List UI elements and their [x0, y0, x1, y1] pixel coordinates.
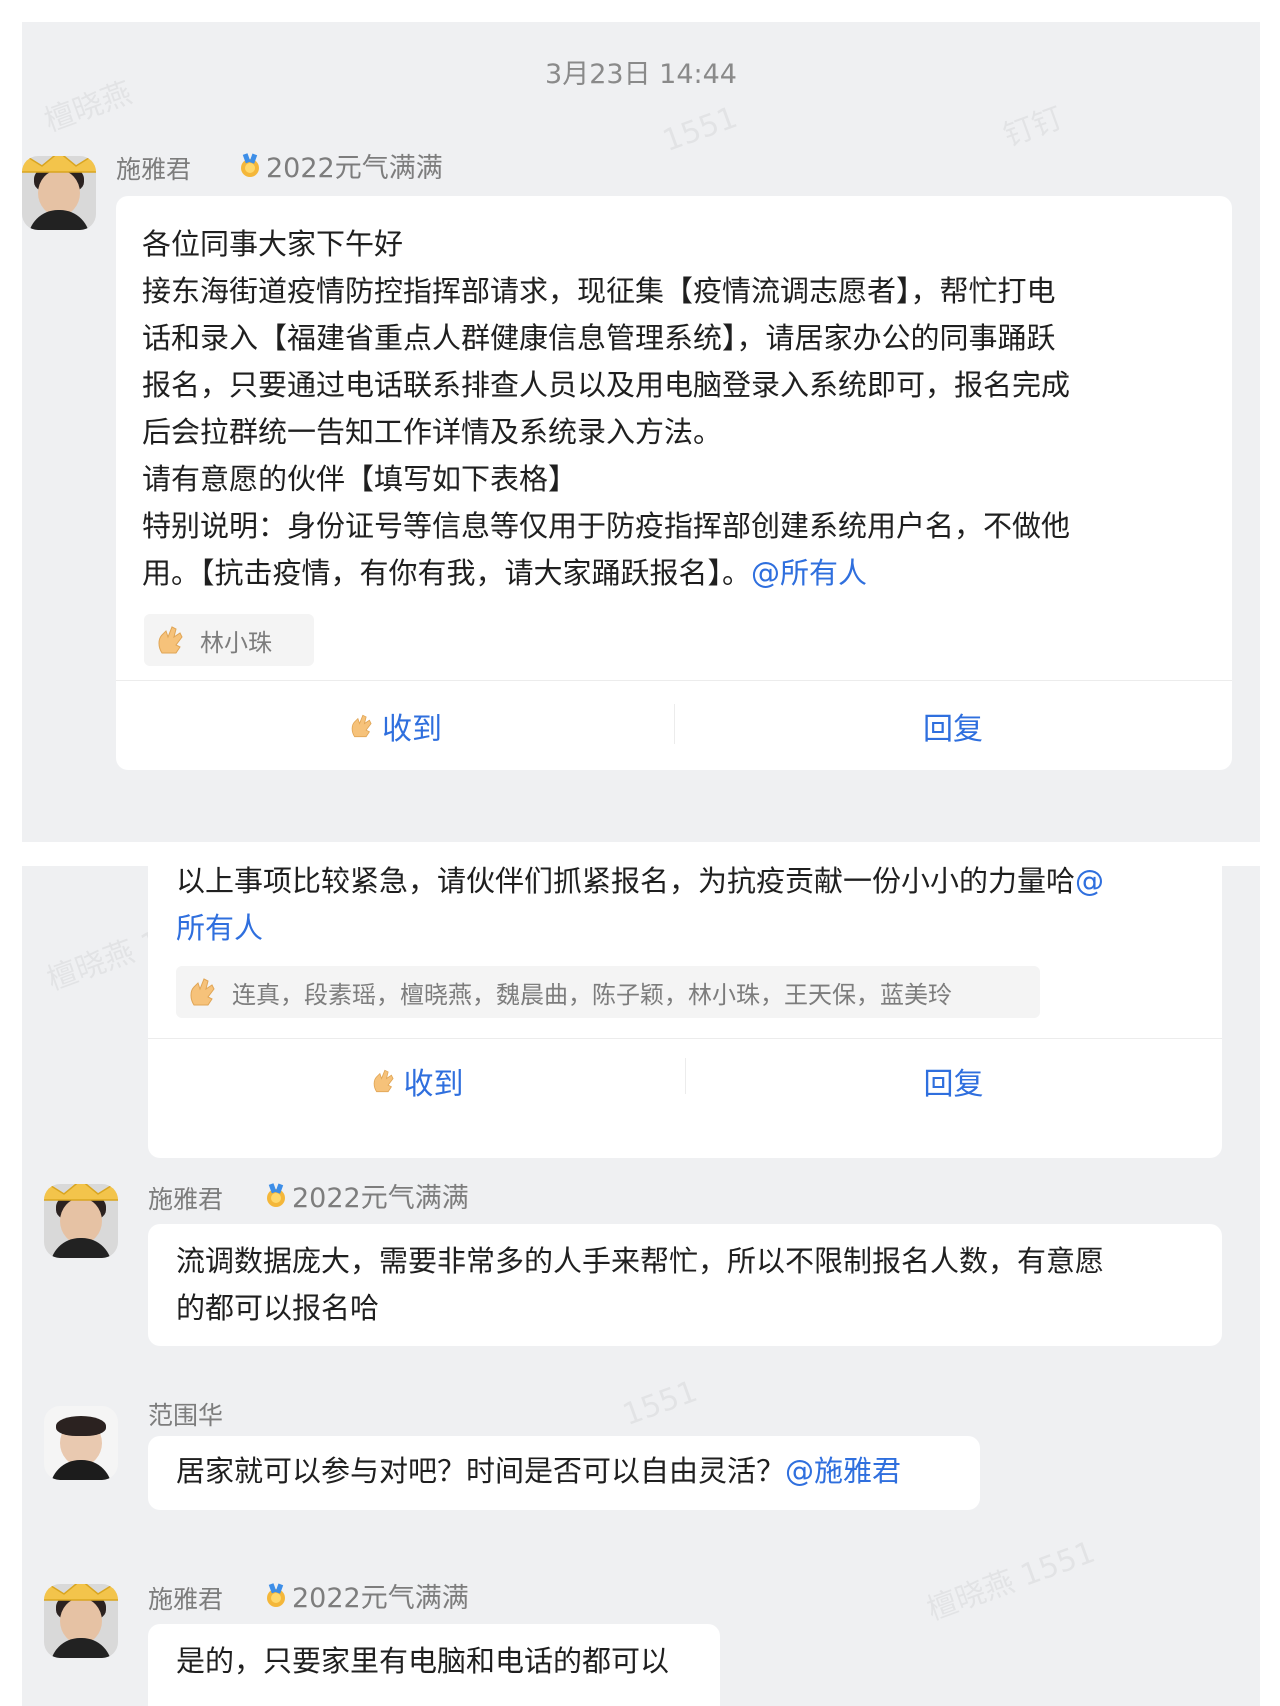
crown-icon: [22, 156, 96, 173]
chat-panel-bottom: 檀晓燕 1551 檀晓燕 1551 1551 檀晓燕 1551 以上事项比较紧急…: [22, 866, 1260, 1706]
message-line: 特别说明：身份证号等信息等仅用于防疫指挥部创建系统用户名，不做他: [142, 509, 1071, 543]
reader-names: 林小珠: [200, 628, 272, 657]
message-line: 是的，只要家里有电脑和电话的都可以: [176, 1644, 670, 1678]
crown-icon: [44, 1584, 118, 1601]
avatar[interactable]: [22, 156, 96, 230]
user-badge: 2022元气满满: [236, 146, 443, 185]
user-badge: 2022元气满满: [262, 1176, 469, 1215]
message-line: 各位同事大家下午好: [142, 227, 404, 261]
avatar-body: [50, 1638, 112, 1658]
badge-label: 2022元气满满: [292, 1583, 469, 1614]
watermark: 钉钉: [999, 100, 1068, 154]
message-line: 后会拉群统一告知工作详情及系统录入方法。: [142, 415, 723, 449]
message-timestamp: 3月23日 14:44: [545, 59, 737, 90]
hand-ok-icon: [190, 978, 215, 1006]
message-line: 流调数据庞大，需要非常多的人手来帮忙，所以不限制报名人数，有意愿: [176, 1244, 1105, 1278]
hand-ok-icon: [351, 714, 372, 738]
message-line-text: 用。【抗击疫情，有你有我，请大家踊跃报名】。: [142, 556, 752, 590]
message-line: 用。【抗击疫情，有你有我，请大家踊跃报名】。@所有人: [142, 550, 1070, 597]
acknowledge-label: 收到: [403, 1067, 464, 1102]
message-line: 报名，只要通过电话联系排查人员以及用电脑登录入系统即可，报名完成: [142, 368, 1071, 402]
avatar-body: [50, 1460, 112, 1480]
message-line: 话和录入【福建省重点人群健康信息管理系统】，请居家办公的同事踊跃: [142, 321, 1056, 355]
message-line: 以上事项比较紧急，请伙伴们抓紧报名，为抗疫贡献一份小小的力量哈@: [176, 866, 1104, 905]
reply-label: 回复: [923, 1067, 984, 1102]
sender-name[interactable]: 施雅君: [148, 1180, 223, 1216]
crown-icon: [44, 1184, 118, 1201]
avatar-body: [50, 1238, 112, 1258]
mention-all-link[interactable]: @所有人: [751, 556, 867, 590]
watermark: 1551: [658, 99, 743, 160]
medal-icon: [267, 1182, 285, 1207]
message-text[interactable]: 各位同事大家下午好 接东海街道疫情防控指挥部请求，现征集【疫情流调志愿者】，帮忙…: [142, 221, 1070, 597]
message-text[interactable]: 居家就可以参与对吧？时间是否可以自由灵活？@施雅君: [176, 1448, 901, 1495]
message-bubble[interactable]: 流调数据庞大，需要非常多的人手来帮忙，所以不限制报名人数，有意愿 的都可以报名哈: [148, 1224, 1222, 1346]
watermark: 1551: [618, 1373, 703, 1434]
avatar[interactable]: [44, 1584, 118, 1658]
message-line: 居家就可以参与对吧？时间是否可以自由灵活？@施雅君: [176, 1448, 901, 1495]
acknowledge-label: 收到: [382, 712, 442, 747]
badge-label: 2022元气满满: [292, 1183, 469, 1214]
user-badge: 2022元气满满: [262, 1576, 469, 1615]
message-bubble[interactable]: 各位同事大家下午好 接东海街道疫情防控指挥部请求，现征集【疫情流调志愿者】，帮忙…: [116, 196, 1232, 770]
message-line-text: 居家就可以参与对吧？时间是否可以自由灵活？: [176, 1454, 786, 1488]
message-text[interactable]: 以上事项比较紧急，请伙伴们抓紧报名，为抗疫贡献一份小小的力量哈@ 所有人: [176, 866, 1104, 952]
watermark: 檀晓燕 1551: [922, 1534, 1100, 1628]
avatar-hair: [56, 1416, 106, 1436]
reply-button[interactable]: 回复: [674, 682, 1232, 770]
message-text[interactable]: 是的，只要家里有电脑和电话的都可以: [176, 1638, 669, 1685]
chat-panel-top: 檀晓燕 1551 钉钉 3月23日 14:44 施雅君 2022元气满满 各位同…: [22, 22, 1260, 842]
bubble-divider: [148, 1038, 1222, 1039]
message-line: 接东海街道疫情防控指挥部请求，现征集【疫情流调志愿者】，帮忙打电: [142, 274, 1056, 308]
reader-names: 连真，段素瑶，檀晓燕，魏晨曲，陈子颖，林小珠，王天保，蓝美玲: [232, 980, 952, 1009]
sender-name[interactable]: 施雅君: [116, 150, 191, 186]
message-line: 请有意愿的伙伴【填写如下表格】: [142, 462, 578, 496]
reply-label: 回复: [923, 712, 983, 747]
mention-user-link[interactable]: @施雅君: [785, 1454, 901, 1488]
acknowledge-button[interactable]: 收到: [148, 1040, 685, 1122]
sender-name[interactable]: 范围华: [148, 1396, 223, 1432]
reply-button[interactable]: 回复: [685, 1040, 1222, 1122]
mention-all-link[interactable]: 所有人: [176, 905, 1104, 952]
message-line-text: 以上事项比较紧急，请伙伴们抓紧报名，为抗疫贡献一份小小的力量哈: [176, 866, 1076, 898]
message-line: 的都可以报名哈: [176, 1291, 380, 1325]
bubble-divider: [116, 680, 1232, 681]
badge-label: 2022元气满满: [266, 153, 443, 184]
sender-name[interactable]: 施雅君: [148, 1580, 223, 1616]
avatar[interactable]: [44, 1184, 118, 1258]
mention-at-symbol[interactable]: @: [1075, 866, 1104, 898]
hand-ok-icon: [373, 1069, 394, 1093]
message-bubble[interactable]: 是的，只要家里有电脑和电话的都可以: [148, 1624, 720, 1706]
message-text[interactable]: 流调数据庞大，需要非常多的人手来帮忙，所以不限制报名人数，有意愿 的都可以报名哈: [176, 1238, 1104, 1332]
hand-ok-icon: [158, 626, 183, 654]
medal-icon: [241, 152, 259, 177]
read-receipt-list[interactable]: 林小珠: [144, 614, 314, 666]
acknowledge-button[interactable]: 收到: [116, 682, 674, 770]
message-bubble[interactable]: 以上事项比较紧急，请伙伴们抓紧报名，为抗疫贡献一份小小的力量哈@ 所有人 连真，…: [148, 866, 1222, 1158]
message-bubble[interactable]: 居家就可以参与对吧？时间是否可以自由灵活？@施雅君: [148, 1436, 980, 1510]
avatar-body: [28, 210, 90, 230]
medal-icon: [267, 1582, 285, 1607]
avatar[interactable]: [44, 1406, 118, 1480]
read-receipt-list[interactable]: 连真，段素瑶，檀晓燕，魏晨曲，陈子颖，林小珠，王天保，蓝美玲: [176, 966, 1040, 1018]
